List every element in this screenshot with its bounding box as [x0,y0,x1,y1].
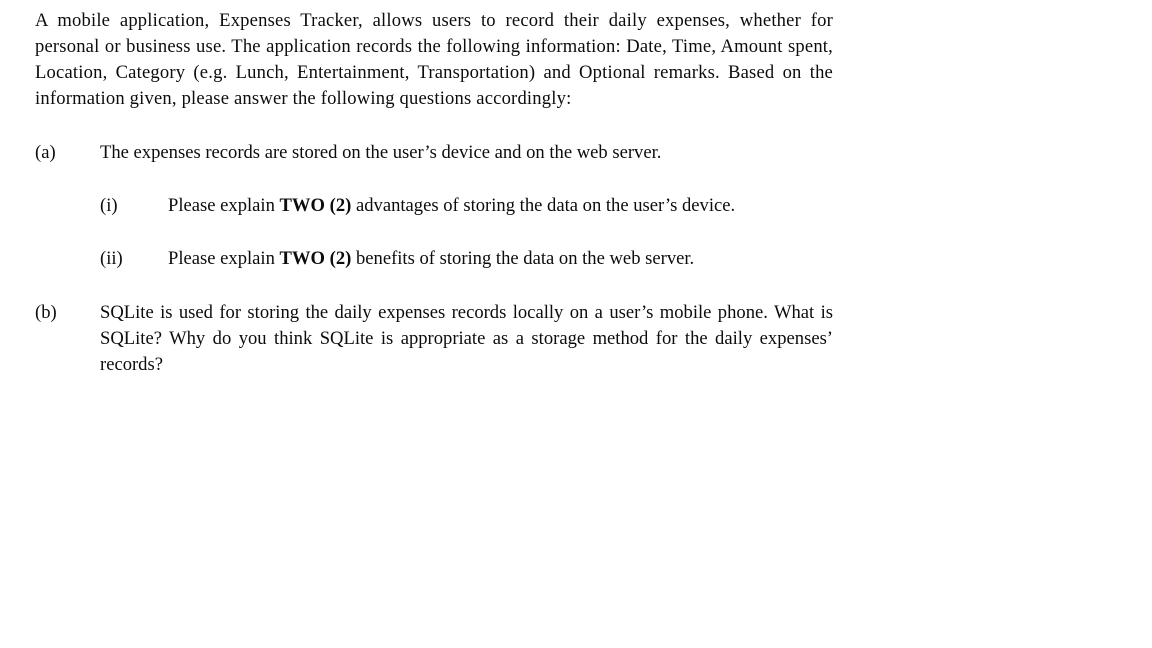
subquestion-item-a-i: (i) Please explain TWO (2) advantages of… [100,193,833,219]
question-item-a: (a) The expenses records are stored on t… [35,140,833,166]
question-item-b: (b) SQLite is used for storing the daily… [35,300,833,378]
question-label-b: (b) [35,302,57,323]
intro-paragraph: A mobile application, Expenses Tracker, … [35,10,833,109]
subquestion-label-a-ii: (ii) [100,248,123,269]
subquestion-emphasis-a-ii: TWO (2) [279,248,352,269]
subquestion-text-a-i-part1: Please explain [168,195,280,216]
question-label-a: (a) [35,142,56,163]
subquestion-text-a-ii: Please explain TWO (2) benefits of stori… [168,246,833,272]
subquestion-item-a-ii: (ii) Please explain TWO (2) benefits of … [100,246,833,272]
question-text-b: SQLite is used for storing the daily exp… [100,302,833,375]
document-page: A mobile application, Expenses Tracker, … [0,0,1152,648]
subquestion-emphasis-a-i: TWO (2) [279,195,352,216]
subquestion-list-a: (i) Please explain TWO (2) advantages of… [35,193,833,272]
subquestion-text-a-i-part2: advantages of storing the data on the us… [351,195,736,216]
document-content: A mobile application, Expenses Tracker, … [35,8,833,378]
question-text-a: The expenses records are stored on the u… [100,142,662,163]
subquestion-text-a-ii-part1: Please explain [168,248,280,269]
subquestion-text-a-i: Please explain TWO (2) advantages of sto… [168,193,833,219]
subquestion-label-a-i: (i) [100,195,118,216]
subquestion-text-a-ii-part2: benefits of storing the data on the web … [351,248,695,269]
